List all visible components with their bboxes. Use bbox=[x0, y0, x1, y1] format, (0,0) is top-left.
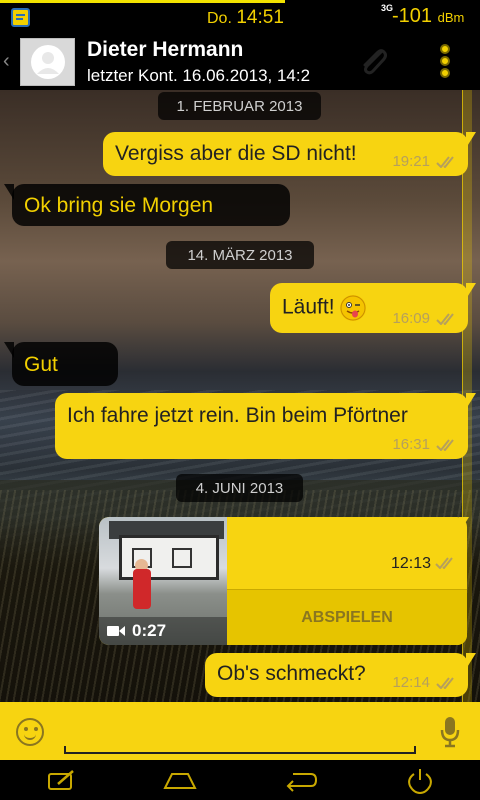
video-info-bar: 0:27 bbox=[99, 617, 227, 645]
signal-unit: dBm bbox=[437, 10, 465, 25]
bubble-tail bbox=[466, 393, 476, 409]
edit-note-icon[interactable] bbox=[44, 768, 80, 794]
overflow-menu-icon[interactable] bbox=[437, 44, 453, 80]
signal-value: -101 bbox=[392, 5, 433, 27]
paperclip-icon[interactable] bbox=[355, 44, 391, 80]
message-text: Gut bbox=[24, 353, 58, 376]
status-day: Do. bbox=[207, 10, 232, 27]
system-nav-bar bbox=[0, 760, 480, 800]
back-chevron-icon[interactable]: ‹ bbox=[3, 50, 10, 73]
back-arrow-icon[interactable] bbox=[283, 768, 319, 794]
video-duration: 0:27 bbox=[132, 621, 167, 640]
video-camera-icon bbox=[107, 626, 125, 636]
message-time: 12:14 bbox=[392, 674, 430, 691]
status-progress-line bbox=[0, 0, 285, 3]
contact-last-seen: letzter Kont. 16.06.2013, 14:2 bbox=[87, 66, 311, 85]
message-time: 16:09 bbox=[392, 310, 430, 327]
message-meta: 16:31 bbox=[392, 436, 458, 453]
message-text: Vergiss aber die SD nicht! bbox=[115, 142, 357, 165]
incoming-message[interactable]: Ok bring sie Morgen bbox=[4, 184, 290, 226]
double-check-icon bbox=[436, 676, 454, 689]
contact-avatar[interactable] bbox=[20, 38, 75, 86]
date-divider: 1. FEBRUAR 2013 bbox=[158, 92, 321, 120]
message-meta: 12:14 bbox=[392, 674, 458, 691]
message-text: Ob's schmeckt? bbox=[217, 662, 366, 685]
status-time: 14:51 bbox=[236, 7, 284, 28]
bubble-tail bbox=[4, 184, 14, 200]
message-meta: 16:09 bbox=[392, 310, 458, 327]
home-icon[interactable] bbox=[162, 768, 198, 794]
message-composer bbox=[0, 702, 480, 760]
microphone-icon[interactable] bbox=[440, 716, 460, 748]
input-underline bbox=[64, 746, 416, 754]
bubble-tail bbox=[459, 517, 469, 533]
status-clock: Do. 14:51 bbox=[207, 7, 284, 29]
message-text-row: Läuft! bbox=[282, 295, 367, 321]
play-video-button[interactable]: ABSPIELEN bbox=[227, 589, 467, 645]
outgoing-message[interactable]: Ob's schmeckt? 12:14 bbox=[205, 653, 476, 697]
outgoing-message[interactable]: Läuft! 16:09 bbox=[270, 283, 476, 333]
power-icon[interactable] bbox=[402, 768, 438, 794]
chat-header: ‹ Dieter Hermann letzter Kont. 16.06.201… bbox=[0, 34, 480, 90]
double-check-icon bbox=[436, 438, 454, 451]
outgoing-message[interactable]: Ich fahre jetzt rein. Bin beim Pförtner … bbox=[55, 393, 476, 459]
message-meta: 19:21 bbox=[392, 153, 458, 170]
message-time: 16:31 bbox=[392, 436, 430, 453]
video-thumbnail[interactable]: 0:27 bbox=[99, 517, 227, 645]
bubble-tail bbox=[466, 653, 476, 669]
double-check-icon bbox=[436, 312, 454, 325]
video-message[interactable]: 0:27 12:13 ABSPIELEN bbox=[99, 517, 467, 645]
incoming-message[interactable]: Gut bbox=[4, 342, 118, 386]
chat-area[interactable]: 1. FEBRUAR 2013 Vergiss aber die SD nich… bbox=[0, 90, 480, 702]
notes-app-icon bbox=[11, 8, 30, 27]
signal-strength: -101 dBm bbox=[392, 5, 464, 28]
default-avatar-icon bbox=[30, 45, 65, 79]
winking-tongue-emoji-icon bbox=[340, 295, 367, 321]
message-text: Ok bring sie Morgen bbox=[24, 194, 214, 217]
outgoing-message[interactable]: Vergiss aber die SD nicht! 19:21 bbox=[103, 132, 476, 176]
bubble-tail bbox=[466, 283, 476, 299]
contact-name[interactable]: Dieter Hermann bbox=[87, 38, 243, 62]
bubble-tail bbox=[466, 132, 476, 148]
thumbnail-child bbox=[133, 569, 151, 609]
date-divider: 4. JUNI 2013 bbox=[176, 474, 303, 502]
double-check-icon bbox=[435, 557, 453, 569]
message-time: 12:13 bbox=[390, 555, 431, 572]
double-check-icon bbox=[436, 155, 454, 168]
message-text: Ich fahre jetzt rein. Bin beim Pförtner bbox=[67, 404, 408, 427]
message-time: 19:21 bbox=[392, 153, 430, 170]
emoji-picker-icon[interactable] bbox=[16, 718, 44, 746]
message-text: Läuft! bbox=[282, 295, 335, 319]
date-divider: 14. MÄRZ 2013 bbox=[166, 241, 314, 269]
bubble-tail bbox=[4, 342, 14, 358]
status-bar: Do. 14:51 3G -101 dBm bbox=[0, 0, 480, 34]
